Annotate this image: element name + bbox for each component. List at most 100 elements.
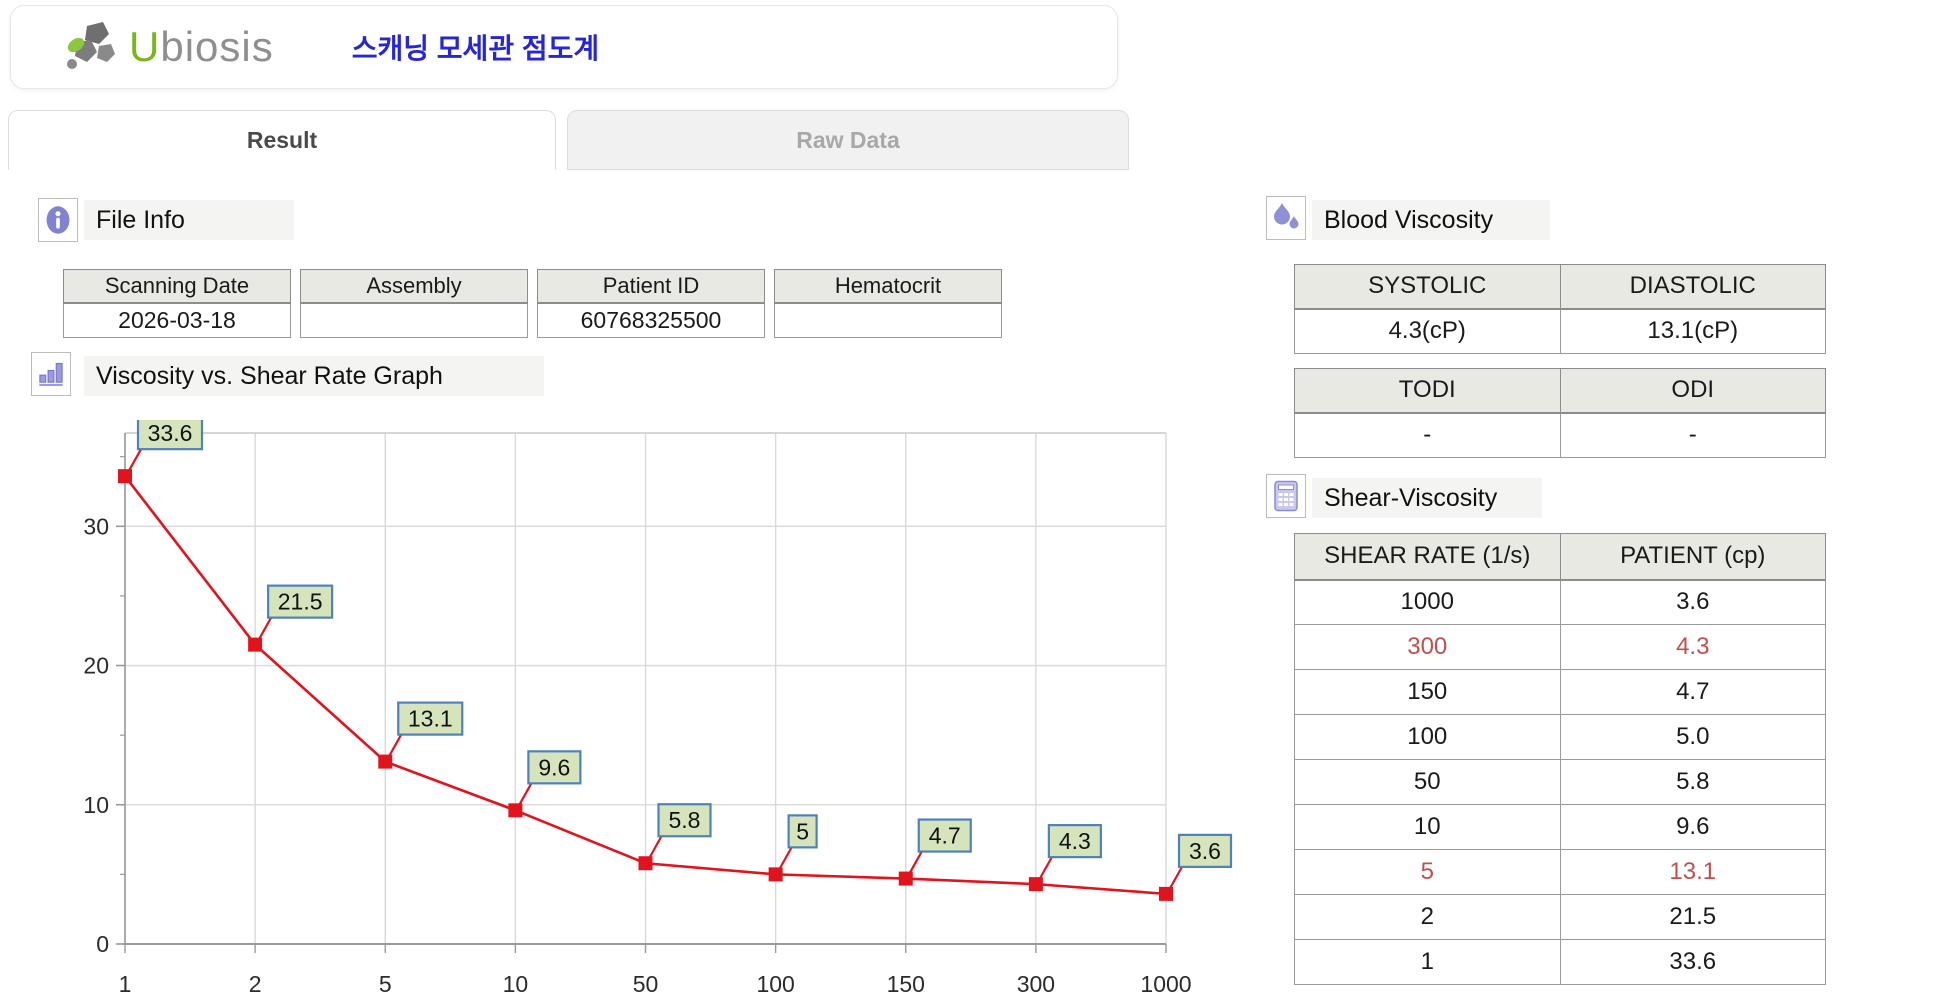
odi-value: - [1560, 413, 1826, 458]
patient-id-value: 60768325500 [538, 303, 765, 338]
svg-text:2: 2 [249, 971, 262, 995]
patient-cell: 4.7 [1560, 670, 1826, 715]
todi-value: - [1295, 413, 1561, 458]
shear-rate-cell: 50 [1295, 760, 1561, 805]
calculator-icon [1273, 480, 1299, 512]
svg-text:5: 5 [379, 971, 392, 995]
svg-text:4.3: 4.3 [1059, 828, 1091, 854]
systolic-header: SYSTOLIC [1295, 265, 1561, 309]
svg-text:13.1: 13.1 [408, 706, 453, 732]
shear-rate-column-header: SHEAR RATE (1/s) [1295, 534, 1561, 580]
file-info-hematocrit-table: Hematocrit [774, 269, 1002, 338]
patient-cell: 21.5 [1560, 895, 1826, 940]
logo-biosis: biosis [160, 23, 273, 70]
svg-text:3.6: 3.6 [1189, 838, 1221, 864]
patient-cell: 5.8 [1560, 760, 1826, 805]
patient-cell: 33.6 [1560, 940, 1826, 985]
svg-text:9.6: 9.6 [538, 754, 570, 780]
patient-cell: 13.1 [1560, 850, 1826, 895]
file-info-section-title: File Info [84, 200, 294, 240]
table-row: 1504.7 [1295, 670, 1826, 715]
blood-drops-icon [1271, 202, 1301, 234]
viscometer-result-page: Ubiosis 스캐닝 모세관 점도계 Result Raw Data File… [0, 0, 1943, 995]
shear-viscosity-icon-box [1266, 474, 1306, 518]
shear-rate-cell: 1000 [1295, 580, 1561, 625]
graph-icon-box [31, 352, 71, 396]
svg-text:150: 150 [887, 971, 925, 995]
svg-text:10: 10 [83, 792, 109, 818]
file-info-assembly-table: Assembly [300, 269, 528, 338]
blood-viscosity-icon-box [1266, 196, 1306, 240]
info-icon [44, 204, 72, 236]
svg-text:0: 0 [96, 931, 109, 957]
shear-viscosity-section-title: Shear-Viscosity [1312, 478, 1542, 518]
todi-header: TODI [1295, 369, 1561, 413]
table-row: 10003.6 [1295, 580, 1826, 625]
shear-rate-cell: 100 [1295, 715, 1561, 760]
table-row: 3004.3 [1295, 625, 1826, 670]
viscosity-shear-chart: 0 10 20 30 1 2 5 10 50 100 150 300 1000 33.6 21.5 13.1 9… [60, 420, 1245, 995]
diastolic-header: DIASTOLIC [1560, 265, 1826, 309]
file-info-icon-box [38, 198, 78, 242]
tab-raw-data-label: Raw Data [796, 127, 900, 154]
assembly-header: Assembly [301, 270, 528, 303]
table-row: 513.1 [1295, 850, 1826, 895]
svg-text:100: 100 [756, 971, 794, 995]
patient-cell: 5.0 [1560, 715, 1826, 760]
hematocrit-header: Hematocrit [775, 270, 1002, 303]
svg-text:20: 20 [83, 653, 109, 679]
shear-rate-cell: 150 [1295, 670, 1561, 715]
table-row: 133.6 [1295, 940, 1826, 985]
bar-chart-icon [37, 359, 65, 389]
shear-rate-cell: 1 [1295, 940, 1561, 985]
svg-text:30: 30 [83, 513, 109, 539]
diastolic-value: 13.1(cP) [1560, 309, 1826, 354]
shear-rate-cell: 5 [1295, 850, 1561, 895]
graph-section-title: Viscosity vs. Shear Rate Graph [84, 356, 544, 396]
shear-rate-cell: 300 [1295, 625, 1561, 670]
logo-u: U [129, 23, 160, 70]
header-bar: Ubiosis 스캐닝 모세관 점도계 [10, 5, 1118, 89]
shear-rate-cell: 2 [1295, 895, 1561, 940]
svg-text:1: 1 [119, 971, 132, 995]
patient-id-header: Patient ID [538, 270, 765, 303]
svg-text:4.7: 4.7 [929, 823, 961, 849]
file-info-patient-id-table: Patient ID 60768325500 [537, 269, 765, 338]
patient-column-header: PATIENT (cp) [1560, 534, 1826, 580]
tab-result[interactable]: Result [8, 110, 556, 170]
shear-viscosity-table: SHEAR RATE (1/s) PATIENT (cp) 10003.6 30… [1294, 533, 1826, 985]
table-row: 1005.0 [1295, 715, 1826, 760]
ubiosis-leaf-icon [63, 18, 127, 76]
patient-cell: 9.6 [1560, 805, 1826, 850]
file-info-scanning-date-table: Scanning Date 2026-03-18 [63, 269, 291, 338]
svg-text:10: 10 [503, 971, 529, 995]
svg-text:50: 50 [633, 971, 659, 995]
logo-wordmark: Ubiosis [129, 23, 274, 71]
hematocrit-value [775, 303, 1002, 338]
viscosity-chart-svg: 0 10 20 30 1 2 5 10 50 100 150 300 1000 33.6 21.5 13.1 9… [60, 420, 1245, 995]
ubiosis-logo: Ubiosis [63, 18, 274, 76]
table-row: 221.5 [1295, 895, 1826, 940]
svg-text:21.5: 21.5 [278, 589, 323, 615]
systolic-value: 4.3(cP) [1295, 309, 1561, 354]
blood-viscosity-section-title: Blood Viscosity [1312, 200, 1550, 240]
svg-text:5: 5 [796, 818, 809, 844]
systolic-diastolic-table: SYSTOLIC DIASTOLIC 4.3(cP) 13.1(cP) [1294, 264, 1826, 354]
svg-text:33.6: 33.6 [148, 420, 193, 446]
svg-text:1000: 1000 [1140, 971, 1191, 995]
scanning-date-header: Scanning Date [64, 270, 291, 303]
tab-result-label: Result [247, 127, 317, 154]
table-row: 505.8 [1295, 760, 1826, 805]
assembly-value [301, 303, 528, 338]
shear-rate-cell: 10 [1295, 805, 1561, 850]
patient-cell: 3.6 [1560, 580, 1826, 625]
svg-text:5.8: 5.8 [669, 807, 701, 833]
todi-odi-table: TODI ODI - - [1294, 368, 1826, 458]
app-title-korean: 스캐닝 모세관 점도계 [352, 27, 599, 67]
svg-text:300: 300 [1017, 971, 1055, 995]
odi-header: ODI [1560, 369, 1826, 413]
scanning-date-value: 2026-03-18 [64, 303, 291, 338]
tab-raw-data[interactable]: Raw Data [567, 110, 1129, 170]
table-row: 109.6 [1295, 805, 1826, 850]
patient-cell: 4.3 [1560, 625, 1826, 670]
